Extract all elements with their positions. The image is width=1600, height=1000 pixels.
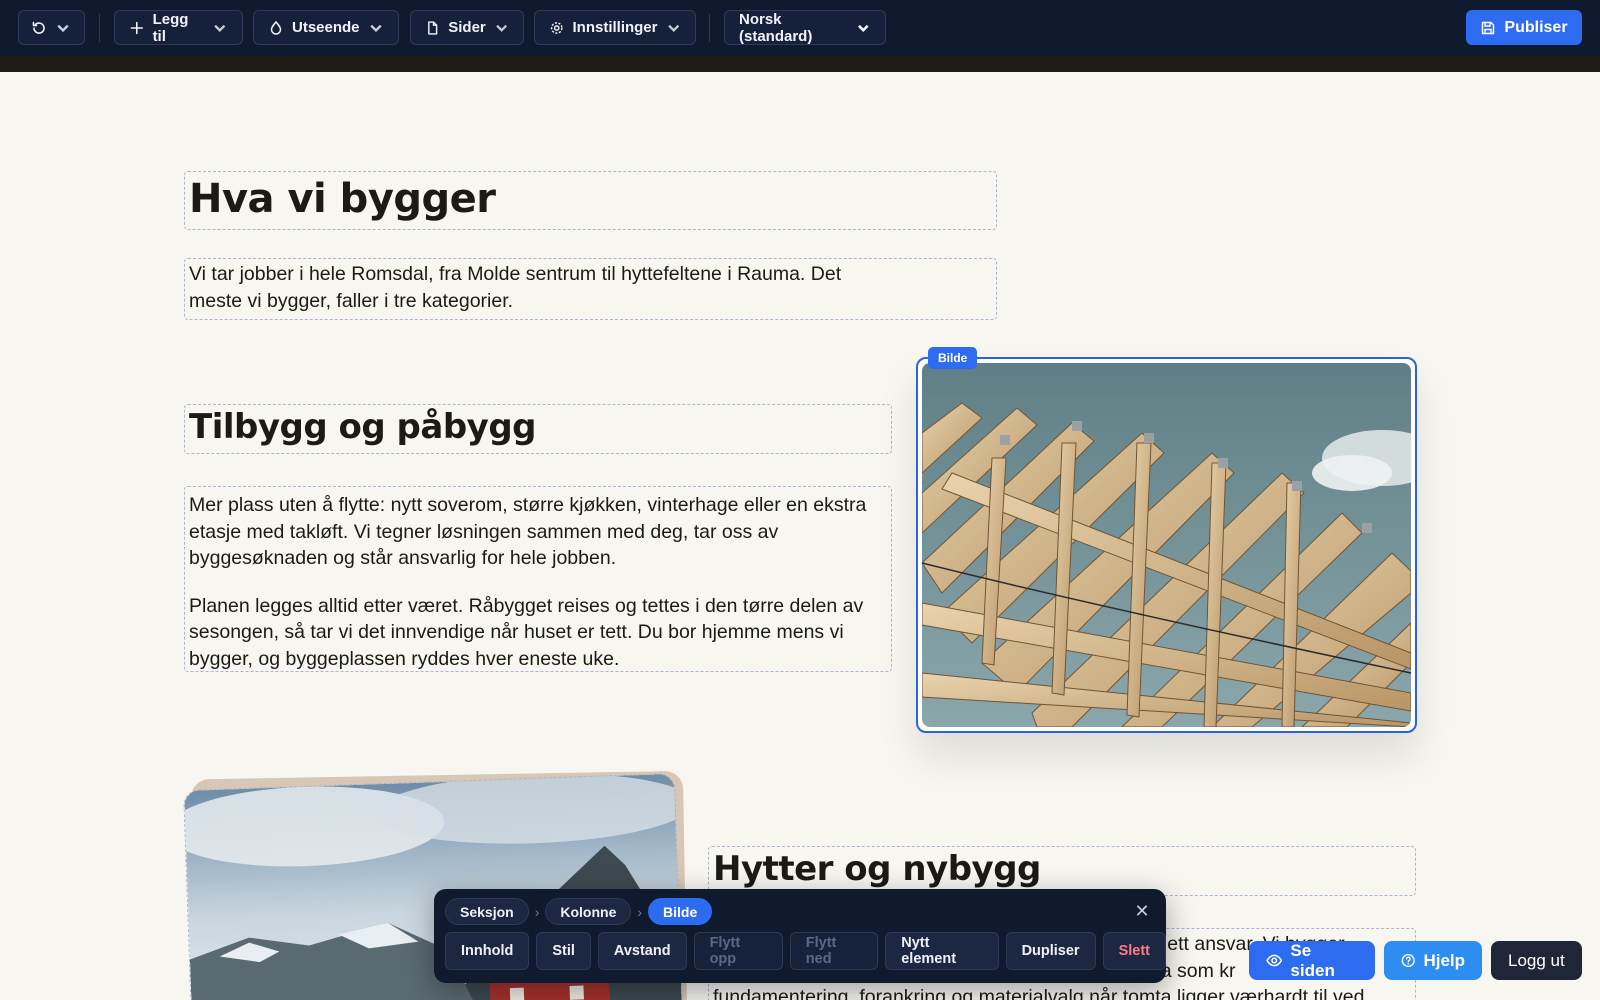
breadcrumb-separator: › <box>637 903 643 920</box>
logout-label: Logg ut <box>1508 950 1565 970</box>
section1-text-block[interactable]: Mer plass uten å flytte: nytt soverom, s… <box>184 486 892 672</box>
move-down-button[interactable]: Flytt ned <box>789 932 879 970</box>
intro-text-block[interactable]: Vi tar jobber i hele Romsdal, fra Molde … <box>184 258 997 320</box>
toolbar-divider <box>709 14 710 42</box>
help-icon <box>1401 953 1415 968</box>
chevron-down-icon <box>495 24 507 32</box>
section2-title: Hytter og nybygg <box>713 849 1041 889</box>
file-icon <box>428 20 438 35</box>
section1-title: Tilbygg og påbygg <box>189 407 537 447</box>
language-select[interactable]: Norsk (standard) <box>724 10 886 45</box>
appearance-button[interactable]: Utseende <box>253 10 399 45</box>
breadcrumb-column[interactable]: Kolonne <box>545 898 632 925</box>
duplicate-button[interactable]: Dupliser <box>1005 932 1096 970</box>
page-title: Hva vi bygger <box>189 176 496 222</box>
roof-truss-image <box>922 363 1411 727</box>
chevron-down-icon <box>214 24 226 32</box>
breadcrumb-separator: › <box>534 903 540 920</box>
section2-text-line3: fundamentering, forankring og materialva… <box>713 986 1365 1000</box>
history-button[interactable] <box>18 10 85 45</box>
page-heading-block[interactable]: Hva vi bygger <box>184 171 997 230</box>
publish-button[interactable]: Publiser <box>1466 10 1582 45</box>
selected-image[interactable] <box>916 357 1417 733</box>
top-toolbar: Legg til Utseende Sider Innstillinger No… <box>0 0 1600 56</box>
eye-icon <box>1266 954 1283 967</box>
gear-icon <box>550 21 563 34</box>
intro-text: Vi tar jobber i hele Romsdal, fra Molde … <box>189 263 842 312</box>
breadcrumb: Seksjon › Kolonne › Bilde <box>445 898 713 925</box>
toolbar-divider <box>99 14 100 42</box>
logout-button[interactable]: Logg ut <box>1491 941 1582 980</box>
breadcrumb-section[interactable]: Seksjon <box>445 898 529 925</box>
view-page-button[interactable]: Se siden <box>1249 941 1375 980</box>
plus-icon <box>130 21 143 34</box>
save-icon <box>1482 21 1495 34</box>
pages-button[interactable]: Sider <box>410 10 524 45</box>
chevron-down-icon <box>667 24 679 32</box>
element-actions: Innhold Stil Avstand Flytt opp Flytt ned… <box>445 932 1166 970</box>
help-label: Hjelp <box>1423 950 1465 970</box>
add-label: Legg til <box>152 10 189 45</box>
help-button[interactable]: Hjelp <box>1384 941 1482 980</box>
chevron-down-icon <box>369 24 382 32</box>
move-up-button[interactable]: Flytt opp <box>693 932 783 970</box>
section1-heading-block[interactable]: Tilbygg og påbygg <box>184 404 892 454</box>
section1-paragraph-2: Planen legges alltid etter været. Råbygg… <box>189 594 864 670</box>
style-button[interactable]: Stil <box>536 932 591 970</box>
breadcrumb-image[interactable]: Bilde <box>648 898 713 925</box>
pages-label: Sider <box>448 19 486 36</box>
section1-paragraph-1: Mer plass uten å flytte: nytt soverom, s… <box>189 494 867 569</box>
publish-label: Publiser <box>1504 18 1568 36</box>
chevron-down-icon <box>858 24 870 32</box>
settings-label: Innstillinger <box>572 19 658 36</box>
close-icon[interactable]: ✕ <box>1132 901 1152 921</box>
appearance-label: Utseende <box>292 19 360 36</box>
spacing-button[interactable]: Avstand <box>597 932 687 970</box>
content-button[interactable]: Innhold <box>445 932 530 970</box>
language-value: Norsk (standard) <box>739 10 813 45</box>
chevron-down-icon <box>57 24 69 32</box>
droplet-icon <box>270 20 282 35</box>
history-icon <box>32 21 45 34</box>
new-element-button[interactable]: Nytt element <box>885 932 999 970</box>
view-page-label: Se siden <box>1290 940 1335 980</box>
add-button[interactable]: Legg til <box>114 10 243 45</box>
selected-element-tag: Bilde <box>928 347 978 369</box>
delete-button[interactable]: Slett <box>1102 932 1166 970</box>
page-header-strip <box>0 56 1600 72</box>
settings-button[interactable]: Innstillinger <box>534 10 696 45</box>
selection-toolbar: Seksjon › Kolonne › Bilde ✕ Innhold Stil… <box>434 889 1166 983</box>
